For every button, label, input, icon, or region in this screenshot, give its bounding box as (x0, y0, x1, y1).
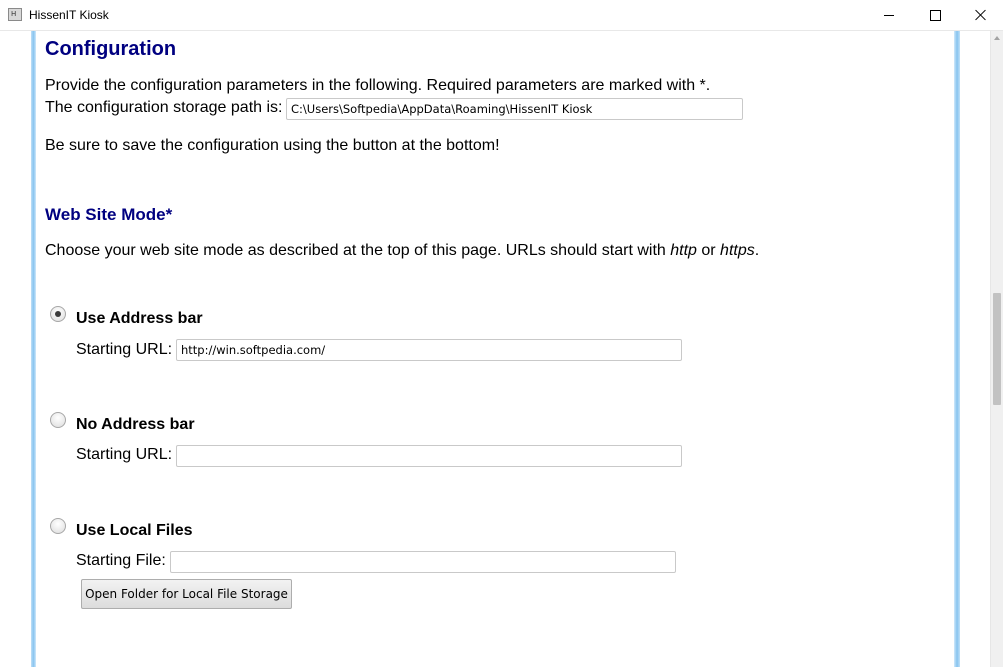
mode-description: Choose your web site mode as described a… (45, 242, 759, 260)
vertical-scrollbar[interactable] (990, 31, 1003, 667)
save-reminder-text: Be sure to save the configuration using … (45, 137, 500, 154)
scrollbar-thumb[interactable] (993, 293, 1001, 405)
minimize-icon (884, 14, 894, 16)
close-icon (975, 9, 987, 21)
https-term: https (720, 242, 755, 259)
configuration-content: Configuration Provide the configuration … (0, 31, 990, 667)
starting-file-label: Starting File: (76, 552, 166, 569)
use-local-files-radio[interactable] (50, 518, 66, 534)
page-title: Configuration (45, 38, 177, 60)
storage-path-label: The configuration storage path is: (45, 99, 283, 116)
page-viewport: Configuration Provide the configuration … (0, 31, 990, 667)
minimize-button[interactable] (866, 0, 912, 30)
starting-url-label-2: Starting URL: (76, 446, 173, 463)
no-address-bar-radio[interactable] (50, 412, 66, 428)
intro-text: Provide the configuration parameters in … (45, 77, 711, 94)
starting-url-label-1: Starting URL: (76, 341, 173, 358)
use-address-bar-radio[interactable] (50, 306, 66, 322)
http-term: http (670, 242, 697, 259)
open-local-folder-button[interactable]: Open Folder for Local File Storage (81, 579, 292, 609)
app-icon: H (8, 8, 22, 21)
maximize-icon (929, 9, 941, 21)
mode-description-prefix: Choose your web site mode as described a… (45, 242, 671, 259)
no-address-bar-label[interactable]: No Address bar (76, 416, 195, 434)
starting-url-input-address-bar[interactable] (176, 339, 682, 361)
starting-file-input[interactable] (170, 551, 676, 573)
maximize-button[interactable] (912, 0, 958, 30)
web-site-mode-heading: Web Site Mode* (45, 205, 173, 224)
storage-path-field[interactable] (286, 98, 743, 120)
starting-url-input-no-address-bar[interactable] (176, 445, 682, 467)
title-bar[interactable]: H HissenIT Kiosk (0, 0, 1003, 31)
mode-description-or: or (696, 242, 721, 259)
scroll-up-arrow-icon[interactable] (994, 36, 1000, 40)
window-title: HissenIT Kiosk (29, 8, 109, 22)
close-button[interactable] (958, 0, 1003, 30)
use-address-bar-label[interactable]: Use Address bar (76, 310, 203, 328)
use-local-files-label[interactable]: Use Local Files (76, 522, 193, 540)
mode-description-suffix: . (754, 242, 760, 259)
